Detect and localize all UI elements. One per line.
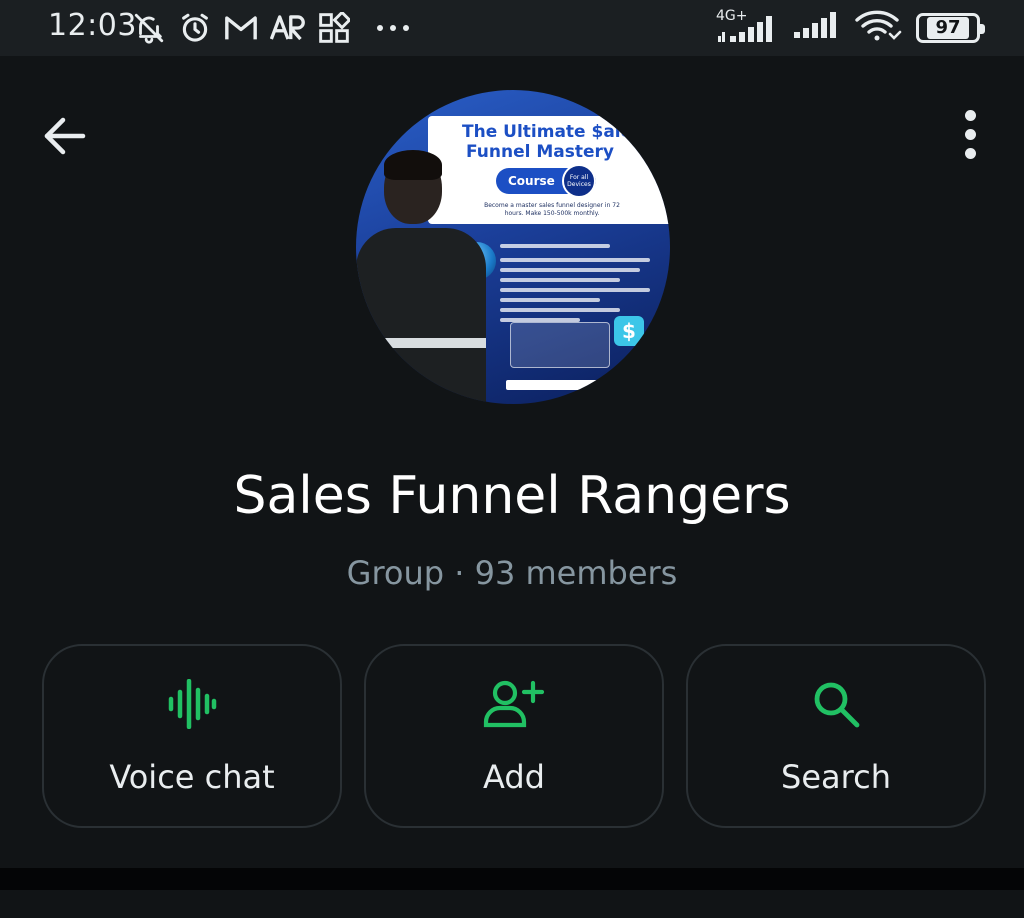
- battery-indicator: 97: [916, 13, 985, 43]
- apps-icon: [318, 12, 350, 44]
- arrow-left-icon: [44, 117, 86, 155]
- voice-chat-label: Voice chat: [109, 758, 275, 796]
- status-bar: 12:03 4G+ 97: [0, 0, 1024, 56]
- avatar-course-badge: For all Devices: [562, 164, 596, 198]
- status-icons-right: 4G+ 97: [716, 8, 985, 48]
- avatar-link-bar: [506, 380, 616, 390]
- status-icons-left: [132, 10, 410, 46]
- avatar-text-lines: [500, 244, 670, 394]
- group-name: Sales Funnel Rangers: [233, 466, 791, 526]
- section-divider: [0, 868, 1024, 890]
- search-label: Search: [781, 758, 891, 796]
- signal-icon: [792, 10, 840, 46]
- group-member-info: Group · 93 members: [346, 554, 678, 592]
- wifi-icon: [854, 8, 902, 48]
- voice-chat-icon: [168, 679, 217, 729]
- person-hair: [384, 150, 442, 180]
- next-section: [0, 890, 1024, 918]
- add-label: Add: [483, 758, 545, 796]
- group-info-screen: The Ultimate $ale Funnel Mastery Course …: [0, 56, 1024, 868]
- ar-icon: [270, 13, 306, 43]
- alarm-icon: [178, 11, 212, 45]
- gmail-icon: [224, 13, 258, 43]
- status-time: 12:03: [48, 8, 137, 43]
- battery-level: 97: [927, 17, 969, 39]
- avatar-title-line1: The Ultimate $ale: [462, 122, 633, 142]
- avatar-title-line2: Funnel Mastery: [466, 142, 614, 162]
- more-vert-icon: [964, 109, 976, 159]
- back-button[interactable]: [36, 108, 92, 164]
- signal-4g-icon: 4G+: [716, 8, 778, 46]
- avatar-subtitle: Become a master sales funnel designer in…: [484, 202, 620, 217]
- bell-off-icon: [132, 11, 166, 45]
- search-icon: [814, 682, 860, 728]
- person-stripe: [368, 338, 486, 348]
- group-avatar[interactable]: The Ultimate $ale Funnel Mastery Course …: [356, 90, 670, 404]
- add-member-button[interactable]: Add: [364, 644, 664, 828]
- add-person-icon: [483, 680, 545, 728]
- voice-chat-button[interactable]: Voice chat: [42, 644, 342, 828]
- search-button[interactable]: Search: [686, 644, 986, 828]
- more-options-button[interactable]: [946, 104, 994, 164]
- dollar-icon: $: [614, 316, 644, 346]
- more-dots-icon: [376, 23, 410, 33]
- person-body: [356, 228, 486, 404]
- avatar-feature-box: [510, 322, 610, 368]
